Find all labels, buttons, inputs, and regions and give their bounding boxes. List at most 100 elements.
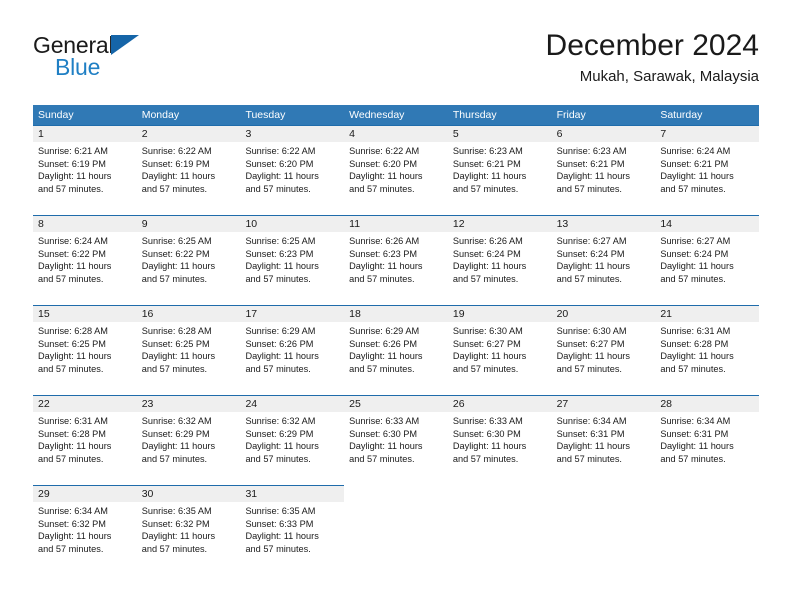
day-number: 19 [447,305,552,322]
sunrise-text: Sunrise: 6:24 AM [660,146,731,156]
day-cell[interactable]: 11 Sunrise: 6:26 AM Sunset: 6:23 PM Dayligh… [344,215,448,305]
day-cell[interactable]: 3 Sunrise: 6:22 AM Sunset: 6:20 PM Daylight… [240,125,345,215]
sunrise-text: Sunrise: 6:22 AM [245,146,316,156]
day-number: 6 [551,125,656,142]
day-number: 14 [655,215,760,232]
day-details: Sunrise: 6:22 AM Sunset: 6:20 PM Daylight:… [344,142,448,195]
week-row: 22 Sunrise: 6:31 AM Sunset: 6:28 PM Dayligh… [33,395,760,485]
daylight-text-line2: and 57 minutes. [141,273,208,284]
daylight-text-line2: and 57 minutes. [38,183,104,194]
day-cell[interactable]: 10 Sunrise: 6:25 AM Sunset: 6:23 PM Dayligh… [240,215,345,305]
sunrise-text: Sunrise: 6:25 AM [141,236,212,246]
day-details: Sunrise: 6:27 AM Sunset: 6:24 PM Daylight:… [552,232,656,285]
day-cell[interactable]: 31 Sunrise: 6:35 AM Sunset: 6:33 PM Dayligh… [240,485,345,575]
week-row: 29 Sunrise: 6:34 AM Sunset: 6:32 PM Dayligh… [33,485,759,575]
day-cell[interactable]: 21 Sunrise: 6:31 AM Sunset: 6:28 PM Dayligh… [655,305,760,395]
daylight-text-line1: Daylight: 11 hours [556,351,630,362]
day-number: 15 [33,305,137,322]
daylight-text-line1: Daylight: 11 hours [245,171,319,182]
day-cell[interactable]: 18 Sunrise: 6:29 AM Sunset: 6:26 PM Dayligh… [344,305,448,395]
day-cell[interactable]: 1 Sunrise: 6:21 AM Sunset: 6:19 PM Daylight… [33,125,137,215]
day-details: Sunrise: 6:35 AM Sunset: 6:33 PM Daylight:… [240,502,344,555]
day-cell[interactable]: 30 Sunrise: 6:35 AM Sunset: 6:32 PM Dayligh… [136,485,241,575]
daylight-text-line2: and 57 minutes. [141,543,208,554]
day-cell[interactable]: 17 Sunrise: 6:29 AM Sunset: 6:26 PM Dayligh… [240,305,345,395]
day-cell[interactable]: 15 Sunrise: 6:28 AM Sunset: 6:25 PM Dayligh… [33,305,137,395]
daylight-text-line1: Daylight: 11 hours [349,171,423,182]
daylight-text-line1: Daylight: 11 hours [245,531,319,542]
day-cell[interactable]: 14 Sunrise: 6:27 AM Sunset: 6:24 PM Dayligh… [655,215,760,305]
sunset-text: Sunset: 6:32 PM [141,518,210,529]
day-cell[interactable]: 28 Sunrise: 6:34 AM Sunset: 6:31 PM Dayligh… [655,395,760,485]
weekday-header-saturday: Saturday [660,109,703,121]
day-details: Sunrise: 6:31 AM Sunset: 6:28 PM Daylight:… [33,412,137,465]
sunrise-text: Sunrise: 6:28 AM [141,326,212,336]
daylight-text-line1: Daylight: 11 hours [660,441,734,452]
day-number: 31 [240,485,345,502]
sunrise-text: Sunrise: 6:22 AM [141,146,212,156]
daylight-text-line2: and 57 minutes. [349,183,415,194]
daylight-text-line2: and 57 minutes. [38,543,104,554]
sunrise-text: Sunrise: 6:27 AM [660,236,731,246]
daylight-text-line1: Daylight: 11 hours [452,261,527,272]
daylight-text-line2: and 57 minutes. [38,273,104,284]
weekday-header-tuesday: Tuesday [245,109,286,121]
daylight-text-line2: and 57 minutes. [452,453,519,464]
daylight-text-line2: and 57 minutes. [349,453,415,464]
sunrise-text: Sunrise: 6:33 AM [452,416,523,426]
sunset-text: Sunset: 6:30 PM [452,428,521,439]
sunset-text: Sunset: 6:27 PM [452,338,521,349]
sunset-text: Sunset: 6:24 PM [660,248,729,259]
day-cell[interactable]: 26 Sunrise: 6:33 AM Sunset: 6:30 PM Dayligh… [447,395,552,485]
weekday-header-thursday: Thursday [452,109,497,121]
daylight-text-line1: Daylight: 11 hours [452,351,527,362]
calendar-page: General Blue December 2024 Mukah, Sarawa… [0,0,792,612]
sunset-text: Sunset: 6:22 PM [38,248,106,259]
day-details: Sunrise: 6:23 AM Sunset: 6:21 PM Daylight:… [448,142,552,195]
day-cell[interactable]: 8 Sunrise: 6:24 AM Sunset: 6:22 PM Daylight… [33,215,137,305]
day-details: Sunrise: 6:34 AM Sunset: 6:31 PM Daylight:… [552,412,656,465]
day-cell[interactable]: 9 Sunrise: 6:25 AM Sunset: 6:22 PM Daylight… [136,215,241,305]
sunrise-text: Sunrise: 6:22 AM [349,146,420,156]
week-row: 8 Sunrise: 6:24 AM Sunset: 6:22 PM Daylight… [33,215,760,305]
daylight-text-line1: Daylight: 11 hours [141,441,216,452]
day-cell[interactable]: 16 Sunrise: 6:28 AM Sunset: 6:25 PM Dayligh… [136,305,241,395]
daylight-text-line2: and 57 minutes. [245,453,311,464]
day-cell[interactable]: 25 Sunrise: 6:33 AM Sunset: 6:30 PM Dayligh… [344,395,448,485]
day-details: Sunrise: 6:24 AM Sunset: 6:21 PM Daylight:… [655,142,759,195]
day-cell[interactable]: 24 Sunrise: 6:32 AM Sunset: 6:29 PM Dayligh… [240,395,345,485]
day-cell[interactable]: 5 Sunrise: 6:23 AM Sunset: 6:21 PM Daylight… [447,125,552,215]
day-details: Sunrise: 6:22 AM Sunset: 6:20 PM Daylight:… [240,142,344,195]
day-cell[interactable]: 23 Sunrise: 6:32 AM Sunset: 6:29 PM Dayligh… [136,395,241,485]
day-cell[interactable]: 20 Sunrise: 6:30 AM Sunset: 6:27 PM Dayligh… [551,305,656,395]
day-cell[interactable]: 4 Sunrise: 6:22 AM Sunset: 6:20 PM Daylight… [344,125,448,215]
daylight-text-line2: and 57 minutes. [556,273,622,284]
daylight-text-line1: Daylight: 11 hours [38,261,112,272]
sunrise-text: Sunrise: 6:34 AM [556,416,627,426]
day-number: 1 [33,125,137,142]
day-details: Sunrise: 6:28 AM Sunset: 6:25 PM Daylight:… [33,322,137,375]
day-details: Sunrise: 6:34 AM Sunset: 6:31 PM Daylight:… [655,412,759,465]
daylight-text-line2: and 57 minutes. [556,363,622,374]
day-cell[interactable]: 2 Sunrise: 6:22 AM Sunset: 6:19 PM Daylight… [136,125,241,215]
sunset-text: Sunset: 6:29 PM [245,428,314,439]
daylight-text-line2: and 57 minutes. [245,543,311,554]
sunrise-text: Sunrise: 6:25 AM [245,236,316,246]
day-cell[interactable]: 27 Sunrise: 6:34 AM Sunset: 6:31 PM Dayligh… [551,395,656,485]
day-number: 5 [447,125,552,142]
sunset-text: Sunset: 6:24 PM [452,248,521,259]
brand-logo[interactable]: General Blue [33,32,233,88]
day-cell[interactable]: 7 Sunrise: 6:24 AM Sunset: 6:21 PM Daylight… [655,125,760,215]
day-cell[interactable]: 12 Sunrise: 6:26 AM Sunset: 6:24 PM Dayligh… [447,215,552,305]
day-cell[interactable]: 19 Sunrise: 6:30 AM Sunset: 6:27 PM Dayligh… [447,305,552,395]
day-cell[interactable]: 6 Sunrise: 6:23 AM Sunset: 6:21 PM Daylight… [551,125,656,215]
brand-logo-triangle-icon [111,35,139,55]
day-cell[interactable]: 13 Sunrise: 6:27 AM Sunset: 6:24 PM Dayligh… [551,215,656,305]
day-cell[interactable]: 29 Sunrise: 6:34 AM Sunset: 6:32 PM Dayligh… [33,485,137,575]
sunset-text: Sunset: 6:23 PM [349,248,418,259]
sunset-text: Sunset: 6:30 PM [349,428,418,439]
daylight-text-line2: and 57 minutes. [660,453,726,464]
day-cell[interactable]: 22 Sunrise: 6:31 AM Sunset: 6:28 PM Dayligh… [33,395,137,485]
page-title: December 2024 [545,29,759,62]
day-details: Sunrise: 6:28 AM Sunset: 6:25 PM Daylight:… [137,322,241,375]
